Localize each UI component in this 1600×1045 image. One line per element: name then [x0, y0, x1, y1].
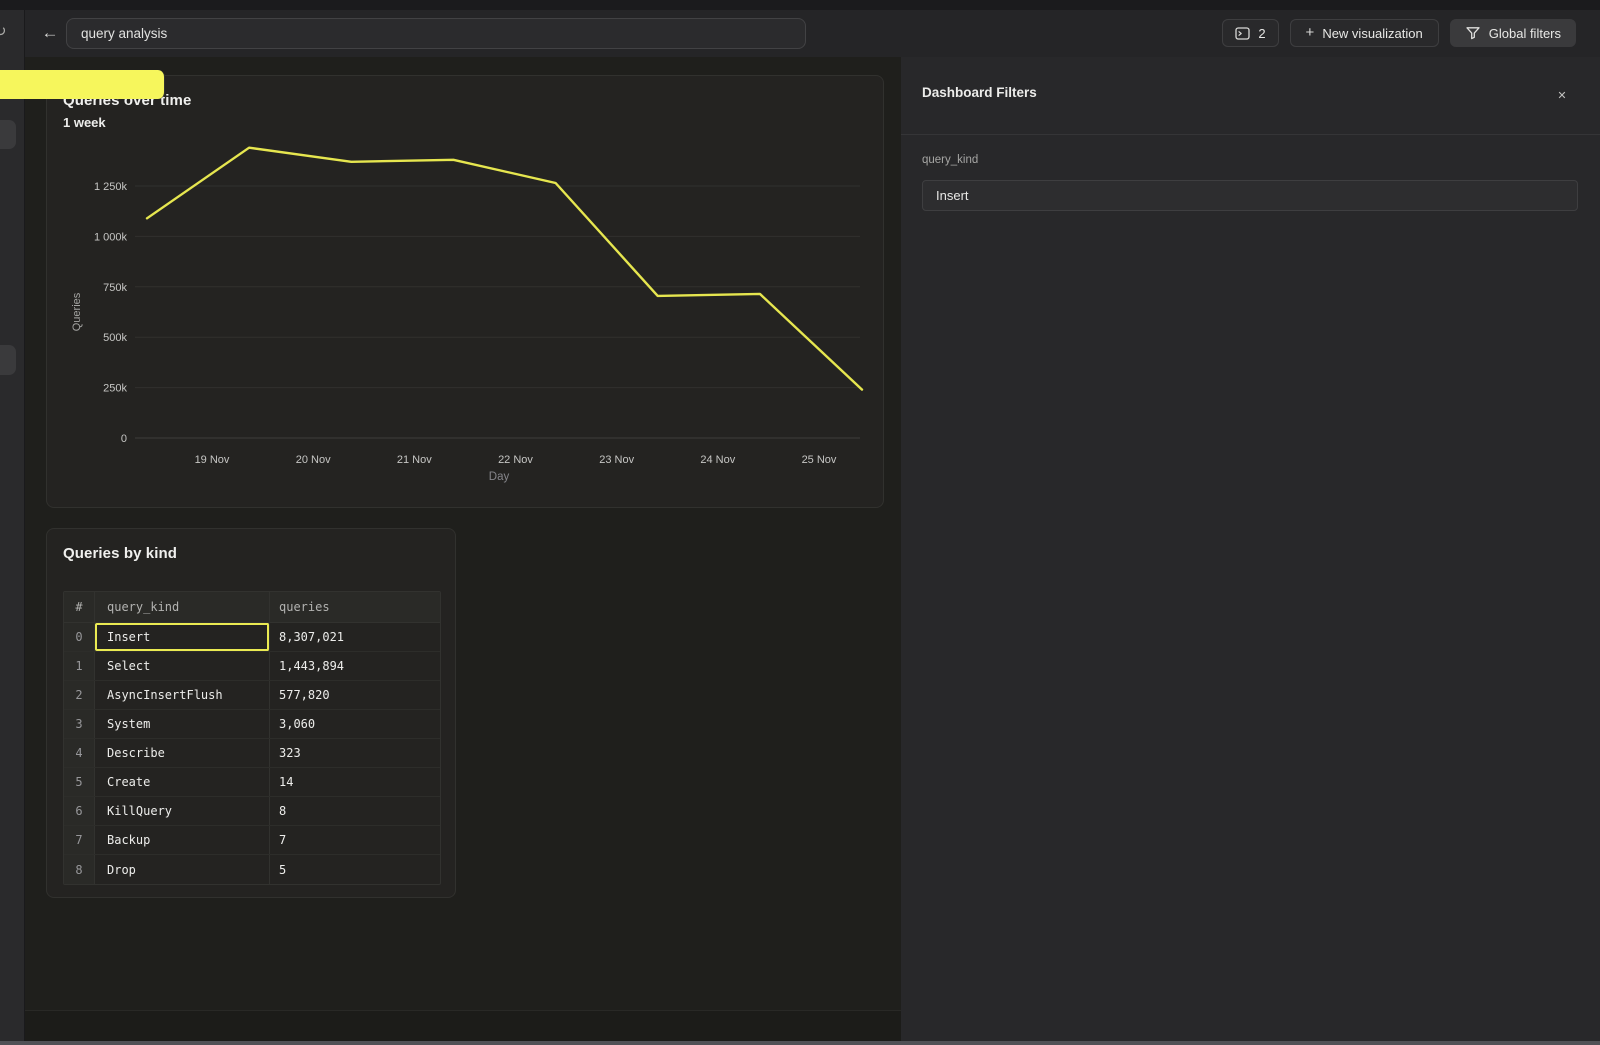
queries-count-cell[interactable]: 577,820: [270, 681, 440, 709]
x-axis-tick-label: 19 Nov: [195, 454, 230, 466]
row-index-cell: 0: [64, 623, 95, 651]
x-axis-tick-label: 24 Nov: [700, 454, 735, 466]
query-kind-cell[interactable]: KillQuery: [95, 797, 270, 825]
global-filters-button[interactable]: Global filters: [1450, 19, 1576, 47]
back-arrow-icon: ←: [42, 23, 59, 43]
new-visualization-button[interactable]: + New visualization: [1290, 19, 1439, 47]
canvas-bottom-area: [25, 1010, 901, 1045]
x-axis-tick-label: 21 Nov: [397, 454, 432, 466]
plus-icon: +: [1306, 25, 1315, 40]
new-visualization-label: New visualization: [1322, 26, 1422, 41]
y-axis-tick-label: 250k: [103, 383, 127, 395]
query-kind-cell[interactable]: Select: [95, 652, 270, 680]
x-axis-tick-label: 23 Nov: [599, 454, 634, 466]
queries-table: # query_kind queries 0Insert8,307,0211Se…: [63, 591, 441, 885]
window-top-edge: [0, 0, 1600, 10]
query-kind-cell-selected[interactable]: Insert: [95, 623, 270, 651]
row-index-cell: 8: [64, 855, 95, 884]
y-axis-tick-label: 500k: [103, 332, 127, 344]
header-query-kind[interactable]: query_kind: [95, 592, 270, 622]
table-row: 5Create14: [64, 768, 440, 797]
funnel-icon: [1465, 26, 1481, 40]
queries-count-cell[interactable]: 3,060: [270, 710, 440, 738]
y-axis-tick-label: 1 250k: [94, 181, 128, 193]
row-index-cell: 6: [64, 797, 95, 825]
table-row: 1Select1,443,894: [64, 652, 440, 681]
query-kind-cell[interactable]: AsyncInsertFlush: [95, 681, 270, 709]
topbar-actions: 2 + New visualization Global filters: [1222, 19, 1576, 47]
table-title: Queries by kind: [63, 545, 177, 562]
queries-count-cell[interactable]: 5: [270, 855, 440, 884]
dashboard-canvas: 0250k500k750k1 000k1 250k19 Nov20 Nov21 …: [25, 57, 901, 1045]
query-kind-cell[interactable]: Create: [95, 768, 270, 796]
query-kind-cell[interactable]: Drop: [95, 855, 270, 884]
sidebar-chip[interactable]: [0, 120, 16, 149]
table-row: 3System3,060: [64, 710, 440, 739]
sidebar-chip[interactable]: [0, 345, 16, 375]
table-row: 6KillQuery8: [64, 797, 440, 826]
queries-count-cell[interactable]: 323: [270, 739, 440, 767]
y-axis-tick-label: 0: [121, 433, 127, 445]
row-index-cell: 5: [64, 768, 95, 796]
chart-subtitle: 1 week: [63, 115, 106, 130]
filters-panel-title: Dashboard Filters: [922, 85, 1037, 100]
y-axis-tick-label: 750k: [103, 282, 127, 294]
bottom-scrollbar[interactable]: [0, 1041, 1600, 1045]
close-icon: ✕: [1557, 89, 1566, 102]
x-axis-tick-label: 20 Nov: [296, 454, 331, 466]
queries-over-time-card[interactable]: 0 250k 500k 750k 1 000k 1 250k 19 Nov 20 Nov 21 …: [46, 75, 884, 508]
queries-count-cell[interactable]: 14: [270, 768, 440, 796]
x-axis-tick-label: 25 Nov: [802, 454, 837, 466]
query-kind-cell[interactable]: System: [95, 710, 270, 738]
queries-line-series: [147, 148, 862, 390]
table-row: 0Insert8,307,021: [64, 623, 440, 652]
y-axis-tick-label: 1 000k: [94, 231, 128, 243]
y-axis-title: Queries: [71, 292, 83, 331]
queries-by-kind-card[interactable]: Queries by kind # query_kind queries 0In…: [46, 528, 456, 898]
sidebar-strip: ↻: [0, 10, 25, 1045]
query-kind-cell[interactable]: Backup: [95, 826, 270, 854]
global-filters-label: Global filters: [1489, 26, 1561, 41]
topbar: ← 2 + New visualization Global filters: [24, 10, 1600, 57]
table-row: 8Drop5: [64, 855, 440, 884]
dashboard-title-input[interactable]: [66, 18, 806, 49]
x-axis-title: Day: [489, 471, 510, 483]
query-kind-filter-input[interactable]: [922, 180, 1578, 211]
queries-table-body: 0Insert8,307,0211Select1,443,8942AsyncIn…: [64, 623, 440, 884]
refresh-icon[interactable]: ↻: [0, 22, 7, 40]
queries-count-cell[interactable]: 8,307,021: [270, 623, 440, 651]
header-index: #: [64, 592, 95, 622]
console-count-badge: 2: [1258, 26, 1265, 41]
sidebar-chip-active[interactable]: [0, 70, 165, 99]
table-row: 2AsyncInsertFlush577,820: [64, 681, 440, 710]
row-index-cell: 2: [64, 681, 95, 709]
table-row: 4Describe323: [64, 739, 440, 768]
table-row: 7Backup7: [64, 826, 440, 855]
row-index-cell: 7: [64, 826, 95, 854]
dashboard-filters-panel: Dashboard Filters ✕ query_kind: [901, 57, 1600, 1045]
panel-divider: [901, 134, 1600, 135]
queries-count-cell[interactable]: 7: [270, 826, 440, 854]
queries-chart: 0 250k 500k 750k 1 000k 1 250k 19 Nov 20 Nov 21 …: [47, 76, 883, 507]
row-index-cell: 3: [64, 710, 95, 738]
row-index-cell: 1: [64, 652, 95, 680]
close-panel-button[interactable]: ✕: [1553, 86, 1571, 104]
back-button[interactable]: ←: [38, 21, 62, 45]
row-index-cell: 4: [64, 739, 95, 767]
queries-count-cell[interactable]: 1,443,894: [270, 652, 440, 680]
x-axis-tick-label: 22 Nov: [498, 454, 533, 466]
sql-console-button[interactable]: 2: [1222, 19, 1278, 47]
queries-count-cell[interactable]: 8: [270, 797, 440, 825]
console-window-icon: [1235, 27, 1250, 40]
filter-field-label: query_kind: [922, 154, 978, 166]
header-queries[interactable]: queries: [270, 592, 440, 622]
query-kind-cell[interactable]: Describe: [95, 739, 270, 767]
table-header-row: # query_kind queries: [64, 592, 440, 623]
